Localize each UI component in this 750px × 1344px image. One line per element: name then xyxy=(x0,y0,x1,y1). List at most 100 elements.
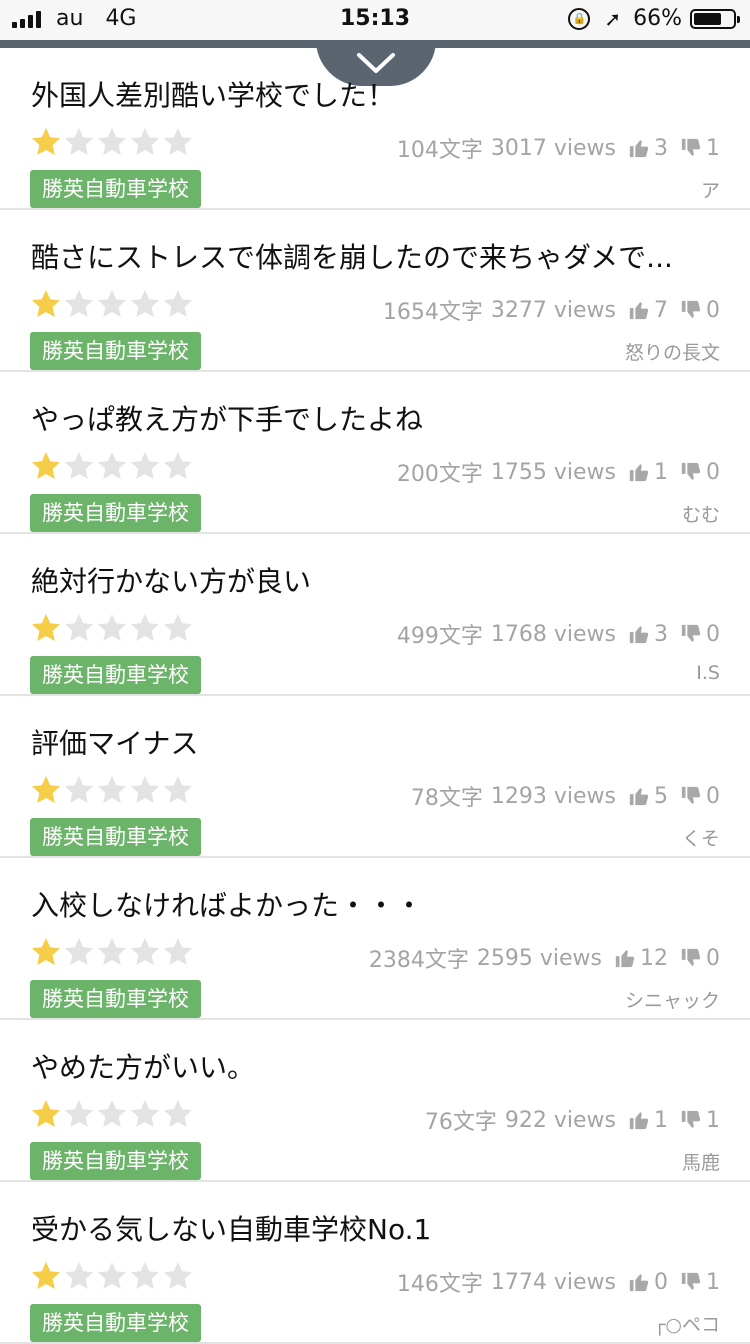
review-title[interactable]: やっぱ教え方が下手でしたよね xyxy=(31,398,423,438)
thumbs-down-icon[interactable] xyxy=(680,1109,702,1131)
thumbs-down-icon[interactable] xyxy=(680,785,702,807)
review-item[interactable]: 受かる気しない自動車学校No.1 146文字 1774 views 0 1 勝英… xyxy=(0,1182,750,1344)
char-count: 78文字 xyxy=(410,786,483,811)
thumbs-down-icon[interactable] xyxy=(680,137,702,159)
thumbs-up-icon[interactable] xyxy=(628,461,650,483)
star-empty-icon xyxy=(164,290,192,317)
thumbs-up-icon[interactable] xyxy=(614,947,636,969)
thumbs-up-icon[interactable] xyxy=(628,299,650,321)
star-empty-icon xyxy=(98,938,126,965)
review-meta: 104文字 3017 views 3 1 xyxy=(397,132,720,164)
school-tag[interactable]: 勝英自動車学校 xyxy=(30,494,201,532)
thumbs-down-icon[interactable] xyxy=(680,461,702,483)
thumbs-up-icon[interactable] xyxy=(628,623,650,645)
rating-stars xyxy=(30,450,195,482)
author-name: くそ xyxy=(681,828,720,850)
review-title[interactable]: 受かる気しない自動車学校No.1 xyxy=(31,1208,431,1248)
school-tag[interactable]: 勝英自動車学校 xyxy=(30,980,201,1018)
review-title[interactable]: 入校しなければよかった・・・ xyxy=(31,884,423,924)
thumbs-up-icon[interactable] xyxy=(628,1271,650,1293)
star-filled-icon xyxy=(32,776,60,803)
star-empty-icon xyxy=(164,776,192,803)
school-tag[interactable]: 勝英自動車学校 xyxy=(30,170,201,208)
star-filled-icon xyxy=(32,128,60,155)
status-bar: au 4G 15:13 🔒 ➚ 66% xyxy=(0,0,750,40)
location-icon: ➚ xyxy=(604,6,622,31)
star-empty-icon xyxy=(65,938,93,965)
review-title[interactable]: やめた方がいい。 xyxy=(31,1046,255,1086)
review-title[interactable]: 外国人差別酷い学校でした！ xyxy=(31,74,395,114)
rating-stars xyxy=(30,288,195,320)
like-count: 3 xyxy=(654,135,668,161)
dislike-count: 1 xyxy=(706,1269,720,1295)
review-title[interactable]: 絶対行かない方が良い xyxy=(31,560,311,600)
thumbs-up-icon[interactable] xyxy=(628,785,650,807)
battery-icon xyxy=(690,8,740,29)
thumbs-down-icon[interactable] xyxy=(680,299,702,321)
dislike-count: 0 xyxy=(706,297,720,323)
author-name: むむ xyxy=(681,504,720,526)
review-item[interactable]: 評価マイナス 78文字 1293 views 5 0 勝英自動車学校 くそ xyxy=(0,696,750,858)
star-empty-icon xyxy=(164,1262,192,1289)
school-tag[interactable]: 勝英自動車学校 xyxy=(30,656,201,694)
review-title[interactable]: 評価マイナス xyxy=(31,722,198,762)
school-tag[interactable]: 勝英自動車学校 xyxy=(30,818,201,856)
rating-stars xyxy=(30,126,195,158)
dislike-count: 0 xyxy=(706,621,720,647)
char-count: 499文字 xyxy=(396,624,483,649)
review-item[interactable]: やめた方がいい。 76文字 922 views 1 1 勝英自動車学校 馬鹿 xyxy=(0,1020,750,1182)
review-item[interactable]: 酷さにストレスで体調を崩したので来ちゃダメで... 1654文字 3277 vi… xyxy=(0,210,750,372)
author-name: ア xyxy=(700,180,720,202)
review-meta: 76文字 922 views 1 1 xyxy=(425,1104,720,1136)
review-item[interactable]: 外国人差別酷い学校でした！ 104文字 3017 views 3 1 勝英自動車… xyxy=(0,48,750,210)
thumbs-down-icon[interactable] xyxy=(680,947,702,969)
review-title[interactable]: 酷さにストレスで体調を崩したので来ちゃダメで... xyxy=(31,236,673,276)
author-name: ┌○ペコ xyxy=(653,1314,720,1336)
view-count: 922 views xyxy=(504,1107,616,1133)
star-empty-icon xyxy=(164,938,192,965)
review-item[interactable]: 入校しなければよかった・・・ 2384文字 2595 views 12 0 勝英… xyxy=(0,858,750,1020)
review-item[interactable]: 絶対行かない方が良い 499文字 1768 views 3 0 勝英自動車学校 … xyxy=(0,534,750,696)
view-count: 1293 views xyxy=(490,783,616,809)
star-filled-icon xyxy=(32,938,60,965)
char-count: 1654文字 xyxy=(382,300,483,325)
review-meta: 499文字 1768 views 3 0 xyxy=(397,618,720,650)
review-meta: 1654文字 3277 views 7 0 xyxy=(383,294,720,326)
view-count: 3017 views xyxy=(490,135,616,161)
star-empty-icon xyxy=(131,776,159,803)
star-filled-icon xyxy=(32,614,60,641)
star-empty-icon xyxy=(98,1100,126,1127)
star-empty-icon xyxy=(98,1262,126,1289)
like-count: 3 xyxy=(654,621,668,647)
author-name: I.S xyxy=(696,662,720,684)
thumbs-down-icon[interactable] xyxy=(680,1271,702,1293)
star-empty-icon xyxy=(164,452,192,479)
star-empty-icon xyxy=(98,452,126,479)
like-count: 1 xyxy=(654,1107,668,1133)
thumbs-up-icon[interactable] xyxy=(628,137,650,159)
dislike-count: 0 xyxy=(706,459,720,485)
like-count: 12 xyxy=(640,945,668,971)
star-empty-icon xyxy=(65,1100,93,1127)
like-count: 1 xyxy=(654,459,668,485)
dislike-count: 0 xyxy=(706,783,720,809)
review-item[interactable]: やっぱ教え方が下手でしたよね 200文字 1755 views 1 0 勝英自動… xyxy=(0,372,750,534)
char-count: 200文字 xyxy=(396,462,483,487)
star-empty-icon xyxy=(131,1262,159,1289)
school-tag[interactable]: 勝英自動車学校 xyxy=(30,332,201,370)
thumbs-up-icon[interactable] xyxy=(628,1109,650,1131)
star-empty-icon xyxy=(98,290,126,317)
school-tag[interactable]: 勝英自動車学校 xyxy=(30,1142,201,1180)
char-count: 146文字 xyxy=(396,1272,483,1297)
like-count: 0 xyxy=(654,1269,668,1295)
star-empty-icon xyxy=(98,128,126,155)
star-empty-icon xyxy=(164,128,192,155)
school-tag[interactable]: 勝英自動車学校 xyxy=(30,1304,201,1342)
author-name: 怒りの長文 xyxy=(624,342,720,364)
star-empty-icon xyxy=(65,452,93,479)
rating-stars xyxy=(30,774,195,806)
star-empty-icon xyxy=(131,1100,159,1127)
char-count: 104文字 xyxy=(396,138,483,163)
star-empty-icon xyxy=(65,1262,93,1289)
thumbs-down-icon[interactable] xyxy=(680,623,702,645)
